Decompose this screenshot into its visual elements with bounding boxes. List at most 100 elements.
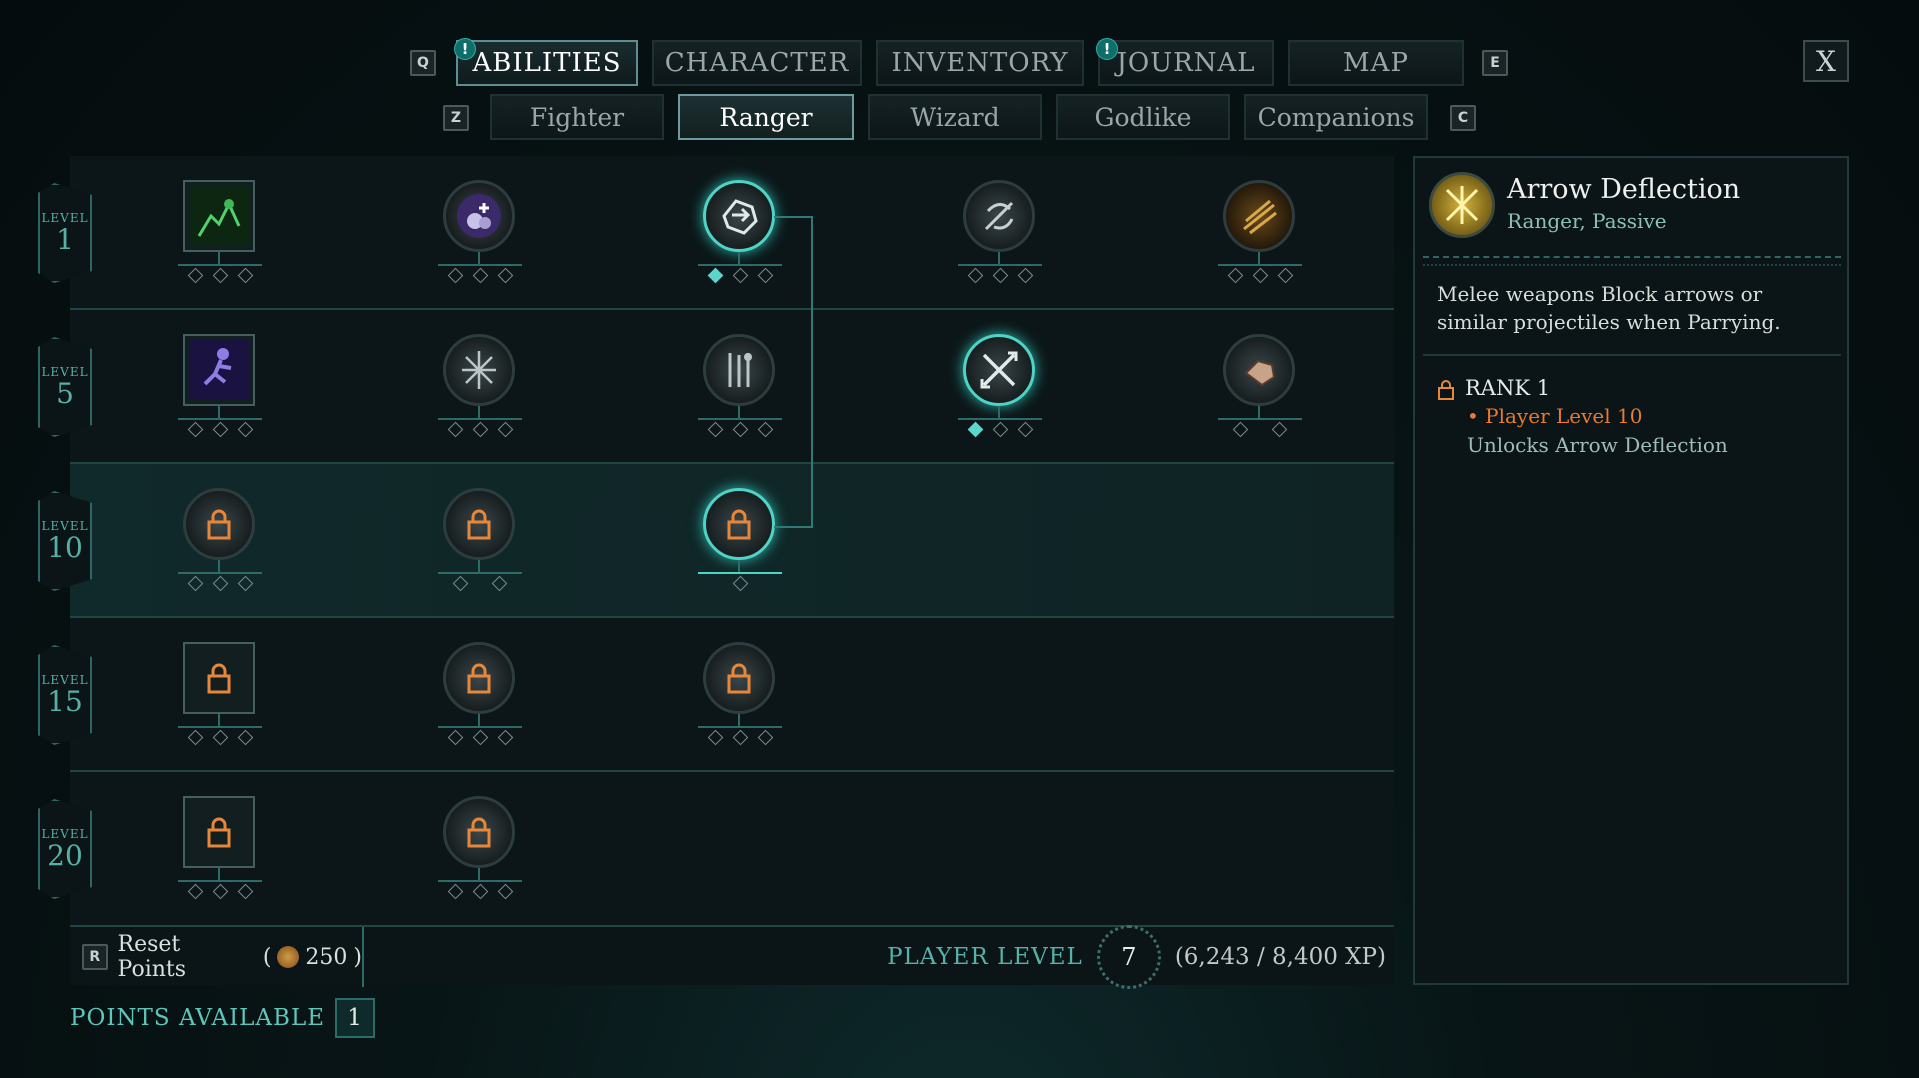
- class-tab-ranger[interactable]: Ranger: [678, 94, 854, 140]
- feather-claw-icon: [1223, 180, 1295, 252]
- tab-map[interactable]: MAP: [1288, 40, 1464, 86]
- reset-cost: 250: [305, 944, 348, 970]
- arrow-deflection-icon: [1429, 172, 1495, 238]
- level-number: 5: [56, 377, 74, 410]
- lock-icon: [1438, 380, 1454, 400]
- class-tab-wizard[interactable]: Wizard: [868, 94, 1042, 140]
- weapons-rack-icon: [703, 334, 775, 406]
- ability-node-locked[interactable]: [178, 642, 262, 752]
- ability-node[interactable]: [958, 334, 1042, 444]
- points-label: POINTS AVAILABLE: [70, 1005, 326, 1031]
- reset-cost-group: (250): [262, 944, 362, 970]
- tab-journal[interactable]: JOURNAL: [1098, 40, 1274, 86]
- locked-ability-icon: [443, 642, 515, 714]
- player-level-value: 7: [1121, 943, 1137, 971]
- prerequisite-line: [774, 526, 812, 528]
- rank-label: RANK 1: [1465, 376, 1551, 400]
- ability-node[interactable]: [178, 180, 262, 290]
- tab-inventory-label: INVENTORY: [891, 48, 1069, 78]
- rank-unlock-text: Unlocks Arrow Deflection: [1467, 433, 1728, 457]
- ability-node[interactable]: [698, 334, 782, 444]
- tree-row-level-1: LEVEL 1: [38, 156, 1394, 310]
- class-tab-label: Godlike: [1094, 102, 1192, 132]
- prerequisite-line: [811, 216, 813, 528]
- locked-ability-icon: [183, 488, 255, 560]
- points-value: 1: [335, 998, 376, 1038]
- detail-header: Arrow Deflection Ranger, Passive: [1429, 172, 1740, 238]
- class-tab-godlike[interactable]: Godlike: [1056, 94, 1230, 140]
- ability-node[interactable]: [1218, 180, 1302, 290]
- ability-tree: LEVEL 1 LEVEL 5 LEVEL 10 LEVEL 15 LEVEL …: [38, 156, 1394, 926]
- tab-journal-label: JOURNAL: [1116, 48, 1256, 78]
- level-marker: LEVEL 10: [38, 491, 92, 591]
- shielded-hand-icon: [1223, 334, 1295, 406]
- rank-requirement: • Player Level 10: [1467, 404, 1643, 428]
- level-number: 20: [47, 839, 83, 872]
- tree-row-level-5: LEVEL 5: [38, 310, 1394, 464]
- class-tab-fighter[interactable]: Fighter: [490, 94, 664, 140]
- ability-node-locked[interactable]: [438, 488, 522, 598]
- tab-abilities[interactable]: ABILITIES: [456, 40, 638, 86]
- starburst-blade-icon: [443, 334, 515, 406]
- reset-points-button[interactable]: R Reset Points (250): [70, 927, 364, 987]
- ability-node-locked[interactable]: [438, 642, 522, 752]
- points-available: POINTS AVAILABLE 1: [70, 998, 376, 1038]
- ability-node[interactable]: [1218, 334, 1302, 444]
- reset-key: R: [82, 944, 108, 970]
- prev-class-key[interactable]: Z: [443, 105, 469, 131]
- class-tab-label: Wizard: [910, 102, 1000, 132]
- tab-map-label: MAP: [1343, 48, 1409, 78]
- player-level-label: PLAYER LEVEL: [887, 944, 1083, 970]
- tree-footer: R Reset Points (250) PLAYER LEVEL 7 (6,2…: [70, 925, 1394, 989]
- tab-character-label: CHARACTER: [664, 48, 850, 78]
- detail-description: Melee weapons Block arrows or similar pr…: [1437, 282, 1781, 334]
- locked-ability-icon: [183, 642, 255, 714]
- close-label: X: [1816, 44, 1836, 78]
- ability-detail-panel: Arrow Deflection Ranger, Passive Melee w…: [1413, 156, 1849, 985]
- detail-divider: [1423, 354, 1841, 356]
- next-class-key[interactable]: C: [1450, 105, 1476, 131]
- ability-node[interactable]: [958, 180, 1042, 290]
- prerequisite-line: [774, 216, 812, 218]
- level-marker: LEVEL 15: [38, 645, 92, 745]
- green-beast-icon: [183, 180, 255, 252]
- detail-subtitle: Ranger, Passive: [1507, 209, 1667, 233]
- ability-node[interactable]: [698, 180, 782, 290]
- locked-ability-icon: [183, 796, 255, 868]
- locked-ability-icon: [703, 642, 775, 714]
- detail-divider: [1423, 256, 1841, 266]
- tab-character[interactable]: CHARACTER: [652, 40, 862, 86]
- tab-inventory[interactable]: INVENTORY: [876, 40, 1084, 86]
- class-tab-label: Companions: [1257, 102, 1415, 132]
- coin-icon: [277, 946, 300, 968]
- ability-node-locked[interactable]: [178, 796, 262, 906]
- abilities-notice-badge: !: [454, 38, 476, 60]
- locked-ability-icon: [443, 796, 515, 868]
- crossed-arrows-icon: [963, 334, 1035, 406]
- ability-node[interactable]: [178, 334, 262, 444]
- reset-label: Reset Points: [117, 932, 187, 982]
- locked-ability-icon: [703, 488, 775, 560]
- ability-node-arrow-deflection[interactable]: [698, 488, 782, 598]
- potion-heal-icon: [443, 180, 515, 252]
- ability-node[interactable]: [438, 180, 522, 290]
- next-tab-key[interactable]: E: [1482, 50, 1508, 76]
- tree-row-level-10: LEVEL 10: [38, 464, 1394, 618]
- level-marker: LEVEL 20: [38, 799, 92, 899]
- class-tab-label: Fighter: [529, 102, 625, 132]
- level-number: 10: [47, 531, 83, 564]
- class-tab-companions[interactable]: Companions: [1244, 94, 1428, 140]
- shatter-arrow-icon: [703, 180, 775, 252]
- ability-node-locked[interactable]: [178, 488, 262, 598]
- ability-node-locked[interactable]: [438, 796, 522, 906]
- journal-notice-badge: !: [1096, 38, 1118, 60]
- detail-title: Arrow Deflection: [1507, 174, 1741, 205]
- ability-node[interactable]: [438, 334, 522, 444]
- detail-title-group: Arrow Deflection Ranger, Passive: [1507, 172, 1740, 238]
- level-number: 15: [47, 685, 83, 718]
- close-button[interactable]: X: [1803, 40, 1849, 82]
- ability-node-locked[interactable]: [698, 642, 782, 752]
- player-level-display: PLAYER LEVEL 7 (6,243 / 8,400 XP): [887, 925, 1386, 989]
- prev-tab-key[interactable]: Q: [410, 50, 436, 76]
- tree-row-level-15: LEVEL 15: [38, 618, 1394, 772]
